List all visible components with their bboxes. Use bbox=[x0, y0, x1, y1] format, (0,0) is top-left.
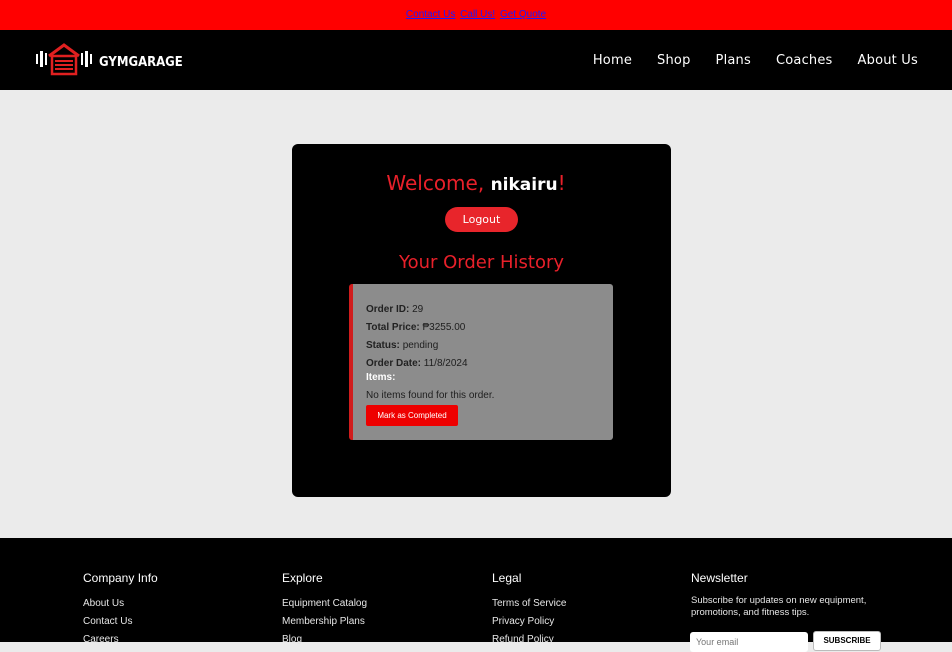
nav-home[interactable]: Home bbox=[593, 53, 632, 68]
footer-link-terms[interactable]: Terms of Service bbox=[492, 595, 566, 613]
no-items-message: No items found for this order. bbox=[366, 390, 495, 401]
topbar-call-link[interactable]: Call Us! bbox=[460, 9, 495, 20]
site-logo[interactable]: GYMGARAGE bbox=[35, 42, 192, 76]
footer-link-privacy[interactable]: Privacy Policy bbox=[492, 613, 566, 631]
order-date-value: 11/8/2024 bbox=[423, 358, 468, 369]
nav-shop[interactable]: Shop bbox=[657, 53, 691, 68]
footer-legal-column: Legal Terms of Service Privacy Policy Re… bbox=[492, 571, 566, 649]
footer-explore-heading: Explore bbox=[282, 571, 323, 585]
order-status-value: pending bbox=[402, 340, 439, 351]
footer-link-refund[interactable]: Refund Policy bbox=[492, 631, 566, 649]
welcome-suffix: ! bbox=[557, 171, 566, 195]
nav-links: Home Shop Plans Coaches About Us bbox=[568, 30, 918, 90]
nav-coaches[interactable]: Coaches bbox=[776, 53, 833, 68]
footer-explore-column: Explore Equipment Catalog Membership Pla… bbox=[282, 571, 367, 649]
footer-legal-heading: Legal bbox=[492, 571, 522, 585]
order-id-row: Order ID: 29 bbox=[366, 304, 423, 315]
logo-text: GYMGARAGE bbox=[99, 54, 183, 70]
order-status-row: Status: pending bbox=[366, 340, 438, 351]
order-price-value: ₱3255.00 bbox=[422, 322, 466, 333]
order-id-label: Order ID: bbox=[366, 304, 410, 315]
footer-link-membership[interactable]: Membership Plans bbox=[282, 613, 367, 631]
order-items-label: Items: bbox=[366, 372, 396, 383]
footer-link-careers[interactable]: Careers bbox=[83, 631, 158, 649]
nav-about-us[interactable]: About Us bbox=[858, 53, 918, 68]
footer-link-contact[interactable]: Contact Us bbox=[83, 613, 158, 631]
garage-dumbbell-icon bbox=[36, 43, 92, 76]
order-price-row: Total Price: ₱3255.00 bbox=[366, 322, 465, 333]
newsletter-email-input[interactable] bbox=[690, 632, 808, 652]
footer-link-blog[interactable]: Blog bbox=[282, 631, 367, 649]
welcome-prefix: Welcome, bbox=[386, 171, 491, 195]
footer-link-about[interactable]: About Us bbox=[83, 595, 158, 613]
logout-button[interactable]: Logout bbox=[445, 207, 518, 232]
order-id-value: 29 bbox=[412, 304, 424, 315]
top-announcement-bar: Contact Us Call Us! Get Quote bbox=[0, 0, 952, 30]
footer-company-column: Company Info About Us Contact Us Careers bbox=[83, 571, 158, 649]
order-status-label: Status: bbox=[366, 340, 400, 351]
nav-plans[interactable]: Plans bbox=[716, 53, 751, 68]
footer-company-heading: Company Info bbox=[83, 571, 158, 585]
main-navbar: GYMGARAGE Home Shop Plans Coaches About … bbox=[0, 30, 952, 90]
welcome-heading: Welcome, nikairu! bbox=[0, 171, 952, 195]
order-price-label: Total Price: bbox=[366, 322, 420, 333]
topbar-contact-link[interactable]: Contact Us bbox=[406, 9, 455, 20]
username: nikairu bbox=[490, 175, 558, 195]
topbar-quote-link[interactable]: Get Quote bbox=[500, 9, 546, 20]
footer-link-equipment[interactable]: Equipment Catalog bbox=[282, 595, 367, 613]
order-date-row: Order Date: 11/8/2024 bbox=[366, 358, 468, 369]
order-history-title: Your Order History bbox=[398, 252, 565, 273]
newsletter-subscribe-button[interactable]: SUBSCRIBE bbox=[813, 631, 881, 651]
order-date-label: Order Date: bbox=[366, 358, 422, 369]
mark-completed-button[interactable]: Mark as Completed bbox=[366, 405, 458, 426]
footer-newsletter-column: Newsletter Subscribe for updates on new … bbox=[691, 571, 891, 619]
footer-newsletter-heading: Newsletter bbox=[691, 571, 748, 585]
newsletter-description: Subscribe for updates on new equipment, … bbox=[691, 595, 867, 618]
